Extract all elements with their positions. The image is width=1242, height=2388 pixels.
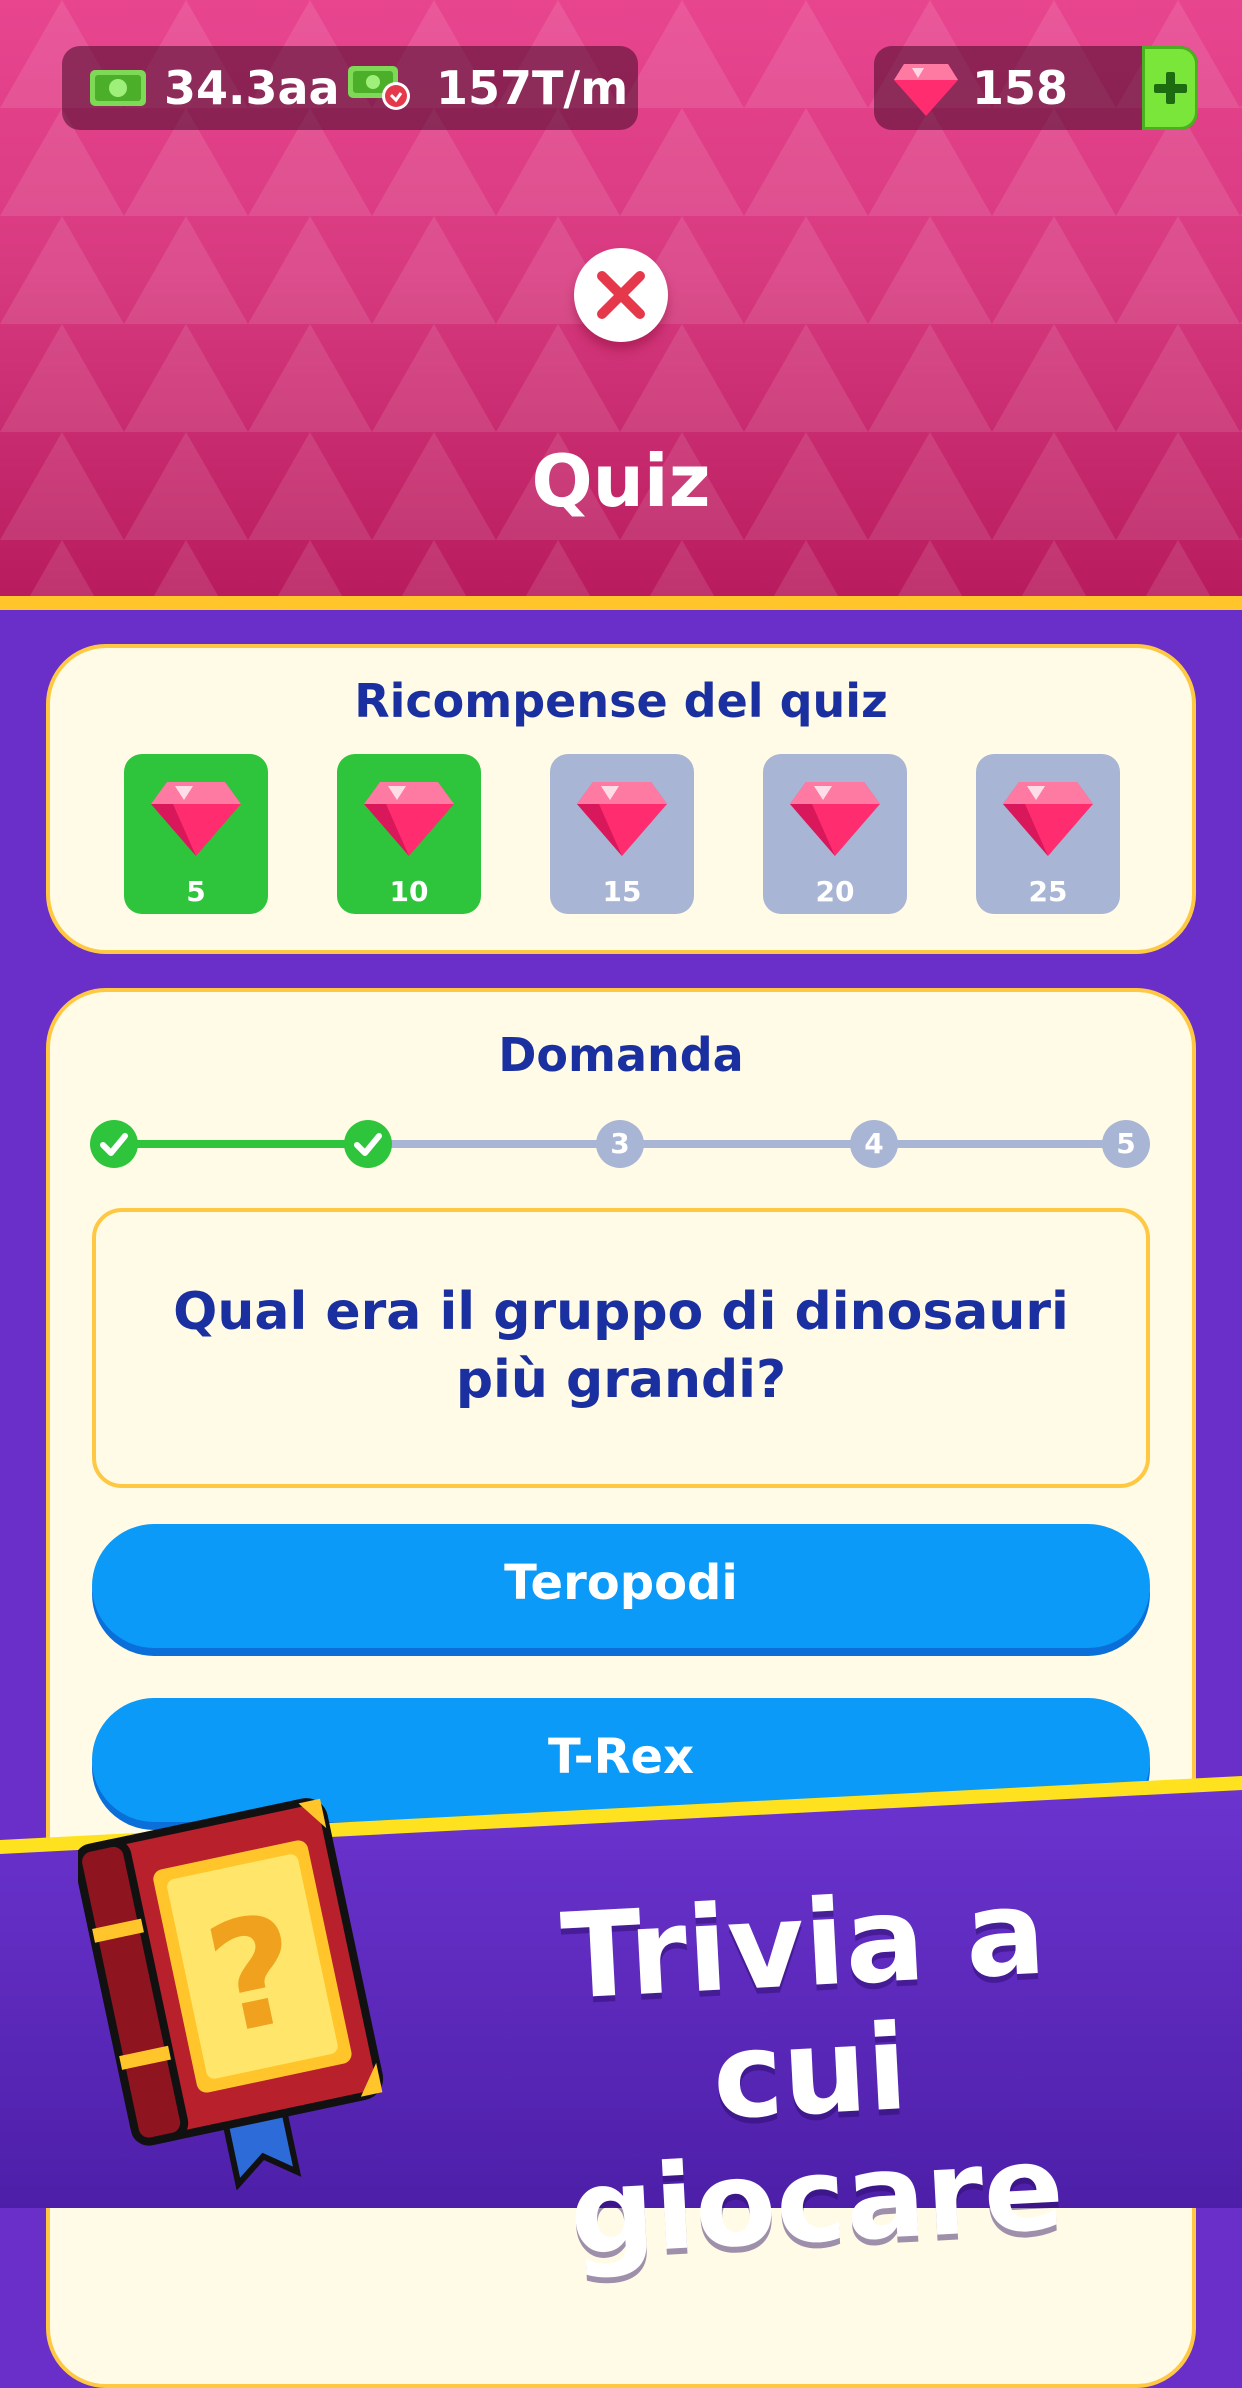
header-divider <box>0 596 1242 610</box>
reward-tile: 15 <box>550 754 694 914</box>
cash-counter: 34.3aa 157T/m <box>62 46 638 130</box>
promo-line-1: Trivia a cui <box>558 1862 1049 2146</box>
step-pending: 3 <box>596 1120 644 1168</box>
close-button[interactable] <box>574 248 668 342</box>
plus-icon <box>1154 72 1187 104</box>
add-gems-button[interactable] <box>1142 46 1198 130</box>
reward-value: 15 <box>602 875 642 908</box>
check-icon <box>354 1133 382 1156</box>
gem-icon <box>364 782 454 856</box>
reward-value: 5 <box>186 875 206 908</box>
check-icon <box>100 1133 128 1156</box>
quiz-book-icon: ? <box>78 1798 384 2190</box>
question-heading: Domanda <box>498 1028 744 1082</box>
step-pending: 5 <box>1102 1120 1150 1168</box>
cash-rate: 157T/m <box>436 61 629 115</box>
reward-value: 25 <box>1028 875 1068 908</box>
reward-value: 10 <box>389 875 429 908</box>
gem-count: 158 <box>972 61 1069 115</box>
question-line-1: Qual era il gruppo di dinosauri <box>173 1282 1069 1342</box>
gem-icon <box>577 782 667 856</box>
reward-tile: 5 <box>124 754 268 914</box>
rewards-title: Ricompense del quiz <box>354 674 888 728</box>
gem-icon <box>1003 782 1093 856</box>
promo-line-2: giocare <box>566 2117 1067 2282</box>
question-line-2: più grandi? <box>455 1350 787 1410</box>
cash-amount: 34.3aa <box>164 61 340 115</box>
close-icon <box>597 271 645 319</box>
promo-headline: Trivia a cui giocare <box>450 1862 1169 2282</box>
page-title: Quiz <box>531 439 711 523</box>
rewards-card: Ricompense del quiz 5 10 15 20 25 <box>46 644 1196 954</box>
gem-icon <box>151 782 241 856</box>
progress-line-complete <box>114 1140 368 1148</box>
reward-tile: 20 <box>763 754 907 914</box>
gem-icon <box>790 782 880 856</box>
question-text: Qual era il gruppo di dinosauri più gran… <box>136 1278 1106 1414</box>
answer-button[interactable]: Teropodi <box>92 1524 1150 1648</box>
reward-tile: 10 <box>337 754 481 914</box>
step-pending: 4 <box>850 1120 898 1168</box>
step-complete <box>344 1120 392 1168</box>
reward-value: 20 <box>815 875 855 908</box>
step-complete <box>90 1120 138 1168</box>
cash-rate-icon <box>348 66 410 110</box>
question-box: Qual era il gruppo di dinosauri più gran… <box>92 1208 1150 1488</box>
cash-icon <box>90 70 146 106</box>
gem-icon <box>894 64 958 116</box>
progress-line-remaining <box>368 1140 1128 1148</box>
reward-tile: 25 <box>976 754 1120 914</box>
